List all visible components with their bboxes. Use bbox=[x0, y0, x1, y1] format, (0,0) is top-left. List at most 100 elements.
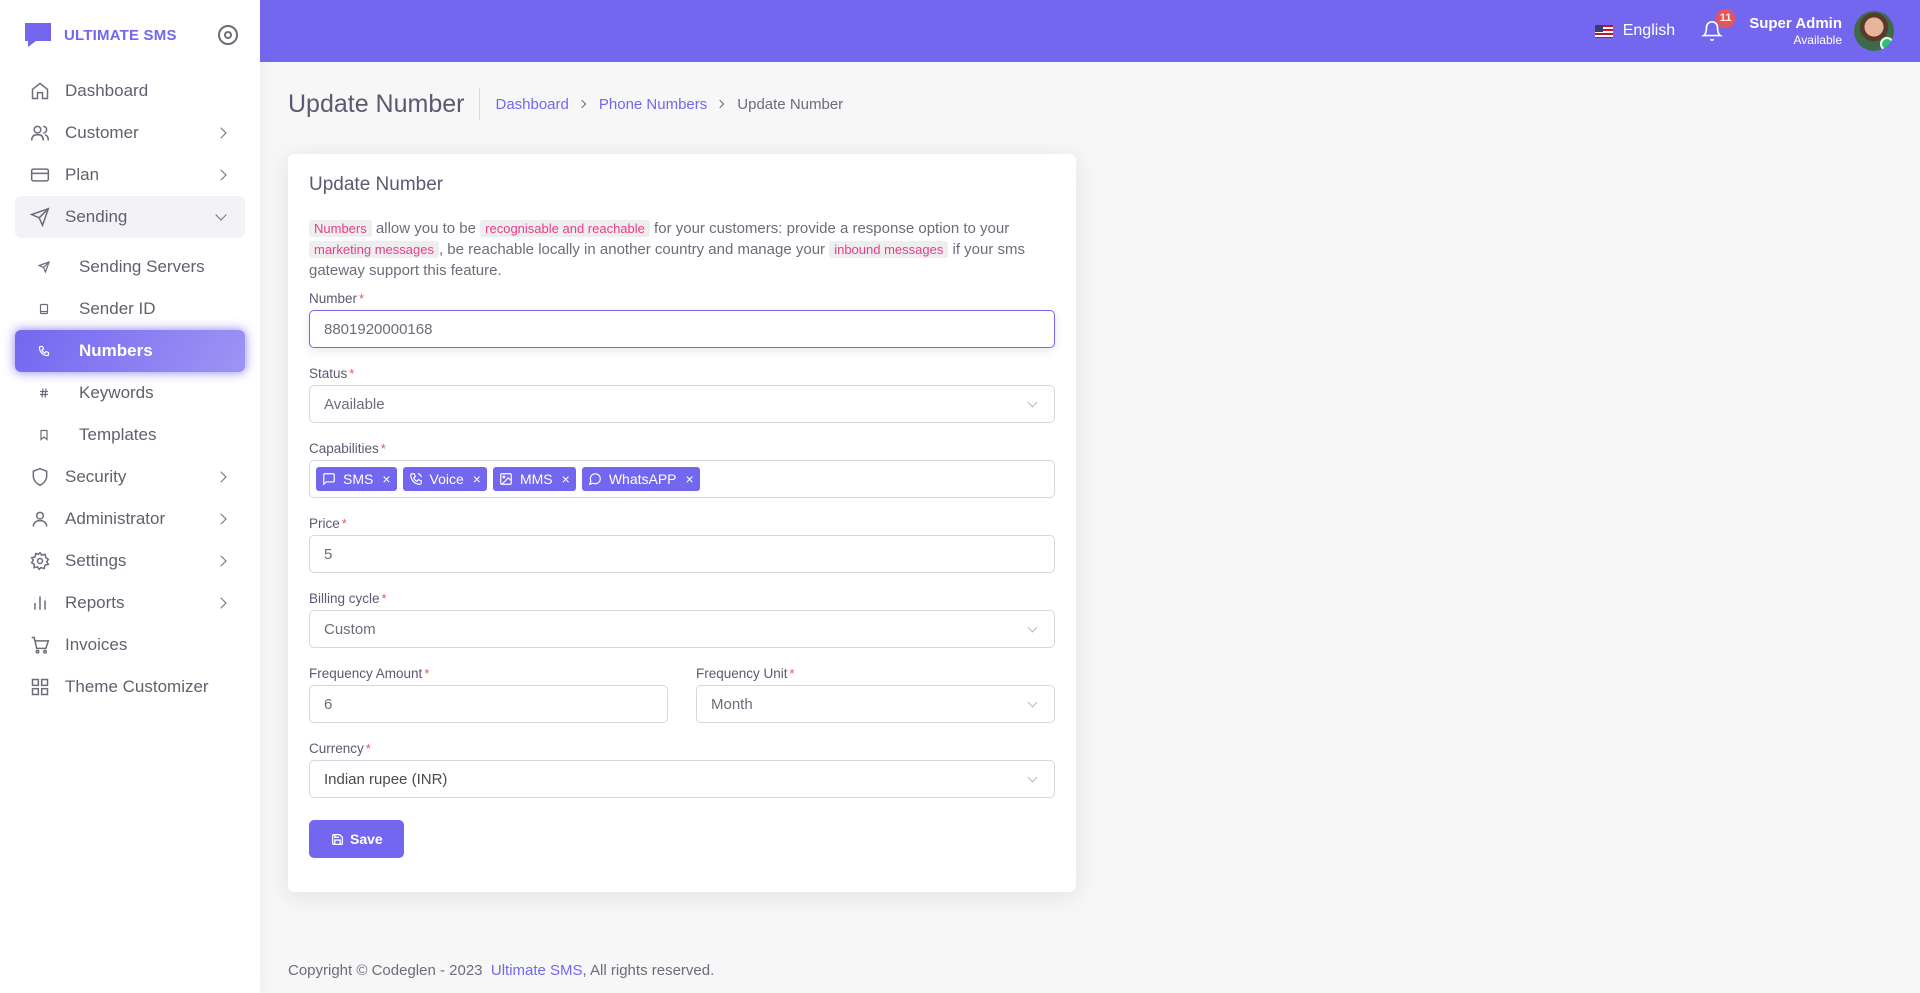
status-label: Status * bbox=[309, 366, 1055, 381]
sidebar-item-label: Sending Servers bbox=[79, 257, 205, 276]
footer-copyright: Copyright © Codeglen - 2023 bbox=[288, 962, 483, 979]
language-dropdown[interactable]: English bbox=[1594, 22, 1675, 40]
sidebar-item-settings[interactable]: Settings bbox=[15, 540, 245, 582]
frequency-unit-field-group: Frequency Unit * Month bbox=[696, 666, 1055, 723]
send-icon bbox=[29, 206, 51, 228]
billing-cycle-value: Custom bbox=[324, 620, 376, 638]
capabilities-label: Capabilities * bbox=[309, 441, 1055, 456]
price-field-group: Price * 5 bbox=[309, 516, 1055, 573]
users-icon bbox=[29, 122, 51, 144]
intro-segment: , be reachable locally in another countr… bbox=[438, 241, 830, 258]
label-text: Frequency Amount bbox=[309, 666, 423, 681]
bookmark-icon bbox=[37, 428, 51, 442]
remove-chip-icon[interactable]: × bbox=[686, 471, 694, 487]
card-title: Update Number bbox=[309, 174, 444, 195]
sidebar-item-dashboard[interactable]: Dashboard bbox=[15, 70, 245, 112]
label-text: Number bbox=[309, 291, 358, 306]
sidebar-item-reports[interactable]: Reports bbox=[15, 582, 245, 624]
save-button[interactable]: Save bbox=[309, 820, 404, 858]
update-number-card: Update Number Numbers allow you to be re… bbox=[288, 154, 1076, 892]
breadcrumb-link-phone-numbers[interactable]: Phone Numbers bbox=[599, 96, 707, 113]
chevron-right-icon bbox=[577, 99, 587, 109]
intro-text: Numbers allow you to be recognisable and… bbox=[309, 218, 1055, 281]
frequency-unit-label: Frequency Unit * bbox=[696, 666, 1055, 681]
capability-chip-voice: Voice × bbox=[402, 467, 487, 491]
sidebar-item-numbers[interactable]: Numbers bbox=[15, 330, 245, 372]
label-text: Price bbox=[309, 516, 340, 531]
currency-label: Currency * bbox=[309, 741, 1055, 756]
chevron-right-icon bbox=[215, 471, 227, 483]
number-input[interactable]: 8801920000168 bbox=[309, 310, 1055, 348]
frequency-amount-field-group: Frequency Amount * 6 bbox=[309, 666, 668, 723]
sidebar-item-plan[interactable]: Plan bbox=[15, 154, 245, 196]
capabilities-multiselect[interactable]: SMS × Voice × MMS × WhatsAPP × bbox=[309, 460, 1055, 498]
sidebar-item-templates[interactable]: Templates bbox=[15, 414, 245, 456]
brand-name[interactable]: ULTIMATE SMS bbox=[64, 27, 177, 44]
breadcrumb-link-dashboard[interactable]: Dashboard bbox=[495, 96, 568, 113]
remove-chip-icon[interactable]: × bbox=[473, 471, 481, 487]
sidebar-item-label: Plan bbox=[65, 165, 100, 184]
page-header: Update Number Dashboard Phone Numbers Up… bbox=[288, 62, 1920, 146]
sidebar-item-label: Keywords bbox=[79, 383, 154, 402]
sidebar-item-sending-servers[interactable]: Sending Servers bbox=[15, 246, 245, 288]
phone-icon bbox=[37, 344, 51, 358]
number-label: Number * bbox=[309, 291, 1055, 306]
currency-select[interactable]: Indian rupee (INR) bbox=[309, 760, 1055, 798]
status-field-group: Status * Available bbox=[309, 366, 1055, 423]
sidebar-item-customer[interactable]: Customer bbox=[15, 112, 245, 154]
frequency-amount-input[interactable]: 6 bbox=[309, 685, 668, 723]
footer-suffix: , All rights reserved. bbox=[582, 962, 715, 979]
grid-icon bbox=[29, 676, 51, 698]
frequency-unit-select[interactable]: Month bbox=[696, 685, 1055, 723]
sidebar-item-sender-id[interactable]: Sender ID bbox=[15, 288, 245, 330]
notification-button[interactable]: 11 bbox=[1701, 9, 1736, 42]
sidebar-item-theme-customizer[interactable]: Theme Customizer bbox=[15, 666, 245, 708]
sidebar-toggle-icon[interactable] bbox=[218, 25, 238, 45]
sidebar-item-label: Sender ID bbox=[79, 299, 156, 318]
sidebar-item-keywords[interactable]: Keywords bbox=[15, 372, 245, 414]
bar-chart-icon bbox=[29, 592, 51, 614]
chevron-right-icon bbox=[215, 513, 227, 525]
remove-chip-icon[interactable]: × bbox=[382, 471, 390, 487]
frequency-amount-value: 6 bbox=[324, 695, 333, 713]
required-mark: * bbox=[381, 591, 387, 606]
capability-chip-sms: SMS × bbox=[316, 467, 397, 491]
sidebar-item-security[interactable]: Security bbox=[15, 456, 245, 498]
us-flag-icon bbox=[1594, 24, 1613, 38]
sidebar-item-sending[interactable]: Sending bbox=[15, 196, 245, 238]
sidebar-item-invoices[interactable]: Invoices bbox=[15, 624, 245, 666]
breadcrumb: Dashboard Phone Numbers Update Number bbox=[495, 96, 843, 113]
price-input[interactable]: 5 bbox=[309, 535, 1055, 573]
label-text: Capabilities bbox=[309, 441, 379, 456]
capability-chip-mms: MMS × bbox=[492, 467, 576, 491]
required-mark: * bbox=[349, 366, 355, 381]
chip-label: MMS bbox=[519, 471, 553, 487]
avatar[interactable] bbox=[1854, 11, 1894, 51]
currency-value: Indian rupee (INR) bbox=[324, 770, 448, 788]
sidebar-item-administrator[interactable]: Administrator bbox=[15, 498, 245, 540]
frequency-amount-label: Frequency Amount * bbox=[309, 666, 668, 681]
billing-cycle-label: Billing cycle * bbox=[309, 591, 1055, 606]
user-menu[interactable]: Super Admin Available bbox=[1749, 15, 1842, 47]
sidebar-item-label: Customer bbox=[65, 123, 139, 142]
gear-icon bbox=[29, 550, 51, 572]
image-icon bbox=[499, 472, 513, 486]
chip-label: Voice bbox=[429, 471, 464, 487]
book-icon bbox=[37, 302, 51, 316]
required-mark: * bbox=[424, 666, 430, 681]
sidebar-item-label: Settings bbox=[65, 551, 127, 570]
status-select[interactable]: Available bbox=[309, 385, 1055, 423]
footer: Copyright © Codeglen - 2023 Ultimate SMS… bbox=[288, 962, 714, 979]
billing-cycle-select[interactable]: Custom bbox=[309, 610, 1055, 648]
footer-link[interactable]: Ultimate SMS bbox=[491, 962, 583, 979]
top-navbar: English 11 Super Admin Available bbox=[260, 0, 1920, 62]
home-icon bbox=[29, 80, 51, 102]
remove-chip-icon[interactable]: × bbox=[562, 471, 570, 487]
sidebar-item-label: Templates bbox=[79, 425, 157, 444]
sidebar-item-label: Dashboard bbox=[65, 81, 149, 100]
brand: ULTIMATE SMS bbox=[0, 0, 260, 70]
page-title: Update Number bbox=[288, 88, 481, 120]
sidebar-item-label: Numbers bbox=[79, 341, 153, 360]
intro-segment: allow you to be bbox=[371, 220, 481, 237]
brand-logo-icon[interactable] bbox=[22, 21, 54, 49]
